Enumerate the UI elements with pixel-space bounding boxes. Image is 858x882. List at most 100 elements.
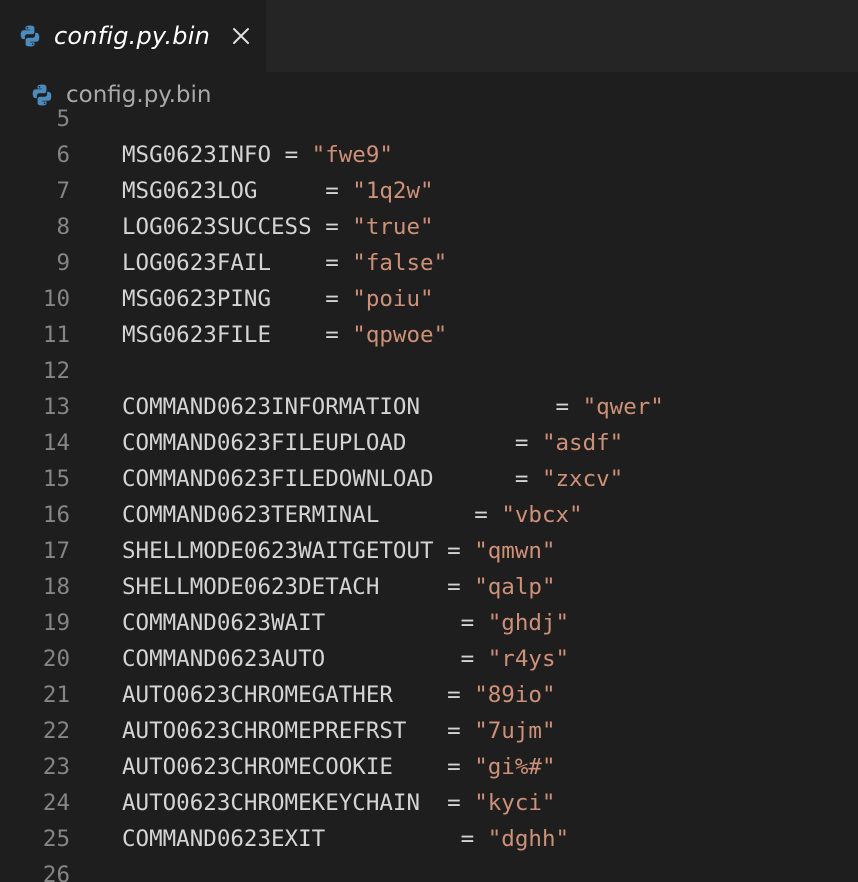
string-value: "poiu" bbox=[352, 286, 434, 312]
assignment-operator: = bbox=[447, 790, 475, 816]
code-line[interactable]: 16 COMMAND0623TERMINAL = "vbcx" bbox=[0, 497, 858, 533]
code-line[interactable]: 17 SHELLMODE0623WAITGETOUT = "qmwn" bbox=[0, 533, 858, 569]
constant-name: MSG0623PING bbox=[122, 286, 272, 312]
constant-name: MSG0623INFO bbox=[122, 142, 272, 168]
code-text: MSG0623PING = "poiu" bbox=[122, 281, 434, 317]
code-line[interactable]: 25 COMMAND0623EXIT = "dghh" bbox=[0, 821, 858, 857]
line-number: 6 bbox=[56, 142, 70, 168]
line-number: 20 bbox=[42, 646, 70, 672]
assignment-operator: = bbox=[447, 754, 475, 780]
line-number: 18 bbox=[42, 574, 70, 600]
code-line[interactable]: 10 MSG0623PING = "poiu" bbox=[0, 281, 858, 317]
code-line[interactable]: 5 bbox=[0, 106, 858, 137]
code-line[interactable]: 15 COMMAND0623FILEDOWNLOAD = "zxcv" bbox=[0, 461, 858, 497]
code-editor[interactable]: 5 6 MSG0623INFO = "fwe9" 7 MSG0623LOG = "1q2… bbox=[0, 106, 858, 882]
alignment-space bbox=[434, 538, 448, 564]
line-number: 12 bbox=[42, 358, 70, 384]
assignment-operator: = bbox=[514, 430, 542, 456]
alignment-space bbox=[271, 142, 285, 168]
code-line[interactable]: 11 MSG0623FILE = "qpwoe" bbox=[0, 317, 858, 353]
code-text: AUTO0623CHROMEGATHER = "89io" bbox=[122, 677, 556, 713]
assignment-operator: = bbox=[460, 610, 488, 636]
code-text: COMMAND0623FILEUPLOAD = "asdf" bbox=[122, 425, 623, 461]
code-text: COMMAND0623FILEDOWNLOAD = "zxcv" bbox=[122, 461, 623, 497]
code-text: LOG0623FAIL = "false" bbox=[122, 245, 447, 281]
alignment-space bbox=[393, 754, 447, 780]
assignment-operator: = bbox=[460, 646, 488, 672]
code-line[interactable]: 9 LOG0623FAIL = "false" bbox=[0, 245, 858, 281]
line-number: 25 bbox=[42, 826, 70, 852]
assignment-operator: = bbox=[447, 574, 475, 600]
code-line[interactable]: 19 COMMAND0623WAIT = "ghdj" bbox=[0, 605, 858, 641]
code-line[interactable]: 26 bbox=[0, 857, 858, 882]
alignment-space bbox=[379, 502, 474, 528]
alignment-space bbox=[393, 682, 447, 708]
editor-window: config.py.bin config.py.bin 5 6 MSG0623INF… bbox=[0, 0, 858, 882]
alignment-space bbox=[271, 286, 325, 312]
alignment-space bbox=[406, 430, 514, 456]
assignment-operator: = bbox=[447, 682, 475, 708]
code-line[interactable]: 24 AUTO0623CHROMEKEYCHAIN = "kyci" bbox=[0, 785, 858, 821]
line-number: 21 bbox=[42, 682, 70, 708]
assignment-operator: = bbox=[514, 466, 542, 492]
line-number: 11 bbox=[42, 322, 70, 348]
string-value: "kyci" bbox=[474, 790, 556, 816]
constant-name: COMMAND0623TERMINAL bbox=[122, 502, 380, 528]
string-value: "7ujm" bbox=[474, 718, 556, 744]
string-value: "zxcv" bbox=[541, 466, 624, 492]
string-value: "gi%#" bbox=[474, 754, 556, 780]
constant-name: AUTO0623CHROMECOOKIE bbox=[122, 754, 393, 780]
code-text: COMMAND0623AUTO = "r4ys" bbox=[122, 641, 569, 677]
code-line[interactable]: 13 COMMAND0623INFORMATION = "qwer" bbox=[0, 389, 858, 425]
string-value: "asdf" bbox=[541, 430, 624, 456]
line-number: 10 bbox=[42, 286, 70, 312]
code-line[interactable]: 21 AUTO0623CHROMEGATHER = "89io" bbox=[0, 677, 858, 713]
code-line[interactable]: 22 AUTO0623CHROMEPREFRST = "7ujm" bbox=[0, 713, 858, 749]
alignment-space bbox=[325, 610, 460, 636]
line-number: 5 bbox=[56, 106, 70, 132]
line-number: 17 bbox=[42, 538, 70, 564]
code-text: MSG0623LOG = "1q2w" bbox=[122, 173, 434, 209]
assignment-operator: = bbox=[460, 826, 488, 852]
assignment-operator: = bbox=[325, 322, 353, 348]
line-number: 14 bbox=[42, 430, 70, 456]
code-line[interactable]: 7 MSG0623LOG = "1q2w" bbox=[0, 173, 858, 209]
alignment-space bbox=[271, 250, 325, 276]
code-text: MSG0623FILE = "qpwoe" bbox=[122, 317, 447, 353]
constant-name: LOG0623FAIL bbox=[122, 250, 272, 276]
code-text: COMMAND0623WAIT = "ghdj" bbox=[122, 605, 569, 641]
constant-name: MSG0623LOG bbox=[122, 178, 258, 204]
string-value: "vbcx" bbox=[501, 502, 583, 528]
close-icon[interactable] bbox=[230, 25, 252, 47]
code-line[interactable]: 8 LOG0623SUCCESS = "true" bbox=[0, 209, 858, 245]
code-line[interactable]: 12 bbox=[0, 353, 858, 389]
code-text: COMMAND0623EXIT = "dghh" bbox=[122, 821, 569, 857]
line-number: 23 bbox=[42, 754, 70, 780]
string-value: "ghdj" bbox=[487, 610, 570, 636]
alignment-space bbox=[312, 214, 326, 240]
constant-name: LOG0623SUCCESS bbox=[122, 214, 312, 240]
line-number: 26 bbox=[42, 862, 70, 882]
tab-config-py-bin[interactable]: config.py.bin bbox=[0, 0, 266, 72]
string-value: "qalp" bbox=[474, 574, 556, 600]
line-number: 16 bbox=[42, 502, 70, 528]
constant-name: AUTO0623CHROMEGATHER bbox=[122, 682, 393, 708]
code-line[interactable]: 18 SHELLMODE0623DETACH = "qalp" bbox=[0, 569, 858, 605]
code-text: AUTO0623CHROMECOOKIE = "gi%#" bbox=[122, 749, 556, 785]
alignment-space bbox=[420, 394, 555, 420]
constant-name: COMMAND0623FILEUPLOAD bbox=[122, 430, 407, 456]
assignment-operator: = bbox=[447, 538, 475, 564]
line-number: 7 bbox=[56, 178, 70, 204]
line-number: 19 bbox=[42, 610, 70, 636]
constant-name: COMMAND0623AUTO bbox=[122, 646, 326, 672]
assignment-operator: = bbox=[555, 394, 583, 420]
code-line[interactable]: 14 COMMAND0623FILEUPLOAD = "asdf" bbox=[0, 425, 858, 461]
code-line[interactable]: 23 AUTO0623CHROMECOOKIE = "gi%#" bbox=[0, 749, 858, 785]
code-line[interactable]: 6 MSG0623INFO = "fwe9" bbox=[0, 137, 858, 173]
code-line[interactable]: 20 COMMAND0623AUTO = "r4ys" bbox=[0, 641, 858, 677]
python-icon bbox=[20, 25, 40, 47]
code-text: COMMAND0623TERMINAL = "vbcx" bbox=[122, 497, 583, 533]
constant-name: AUTO0623CHROMEPREFRST bbox=[122, 718, 407, 744]
string-value: "false" bbox=[352, 250, 448, 276]
breadcrumb-filename[interactable]: config.py.bin bbox=[66, 82, 212, 108]
